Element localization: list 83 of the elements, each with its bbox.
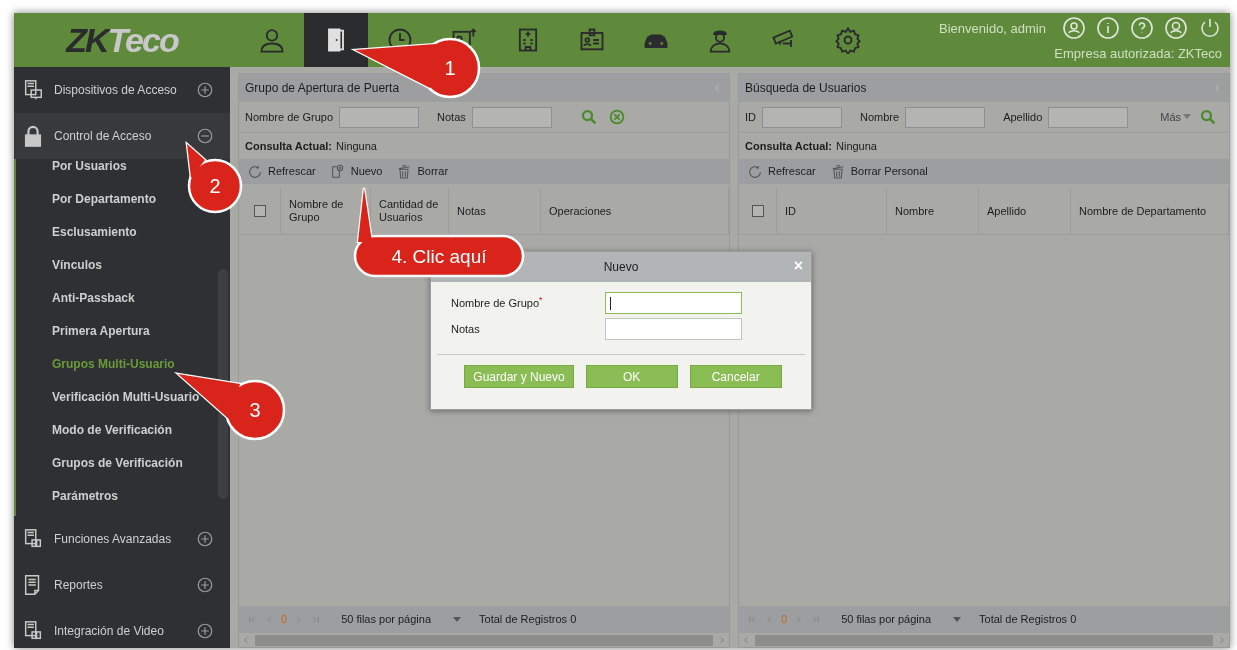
page-number: 0 bbox=[281, 612, 288, 628]
filter-label: Nombre bbox=[860, 109, 900, 125]
toolbar-button[interactable]: Nuevo bbox=[329, 163, 383, 180]
submenu-item[interactable]: Vínculos bbox=[16, 248, 230, 281]
text-field[interactable] bbox=[605, 318, 742, 340]
column-header[interactable]: ID bbox=[777, 188, 887, 234]
settings-icon bbox=[834, 26, 862, 54]
column-header[interactable]: Nombre bbox=[887, 188, 979, 234]
toolbar-button[interactable]: Refrescar bbox=[747, 163, 816, 180]
device-icon bbox=[22, 620, 44, 642]
page-size-dropdown[interactable]: 50 filas por página bbox=[341, 611, 462, 628]
expand-icon[interactable] bbox=[196, 530, 214, 548]
caret-icon bbox=[1183, 114, 1191, 120]
panel-title: Búsqueda de Usuarios bbox=[745, 80, 867, 97]
lock-icon bbox=[22, 125, 44, 147]
column-header[interactable]: Apellido bbox=[979, 188, 1071, 234]
support-icon[interactable] bbox=[1164, 16, 1188, 41]
select-all-checkbox[interactable] bbox=[253, 205, 266, 217]
add-document-icon bbox=[329, 163, 346, 180]
help-icon[interactable] bbox=[1130, 16, 1154, 41]
horizontal-scrollbar[interactable] bbox=[255, 634, 713, 646]
caret-icon bbox=[953, 617, 962, 622]
sidebar-section[interactable]: Dispositivos de Acceso bbox=[14, 67, 230, 113]
column-header[interactable]: Nombre de Departamento bbox=[1071, 188, 1229, 234]
filter-field[interactable] bbox=[339, 106, 420, 128]
more-dropdown[interactable]: Más bbox=[1160, 108, 1191, 126]
search-icon[interactable] bbox=[579, 108, 598, 126]
panel-title: Grupo de Apertura de Puerta bbox=[245, 80, 400, 97]
column-header[interactable]: Operaciones bbox=[541, 188, 729, 234]
toolbar-button[interactable]: Borrar bbox=[396, 163, 449, 180]
refresh-icon bbox=[247, 163, 263, 180]
device-icon bbox=[22, 528, 44, 550]
toolbar-button[interactable]: Borrar Personal bbox=[829, 163, 928, 180]
query-value: Ninguna bbox=[336, 138, 377, 154]
expand-icon[interactable] bbox=[196, 81, 214, 99]
greeting: Bienvenido, admin bbox=[939, 19, 1046, 38]
total-records: Total de Registros 0 bbox=[479, 612, 577, 628]
query-label: Consulta Actual: bbox=[245, 138, 332, 154]
company-name: Empresa autorizada: ZKTeco bbox=[1054, 45, 1222, 64]
filter-label: Apellido bbox=[1003, 109, 1043, 125]
submenu-item[interactable]: Primera Apertura bbox=[16, 314, 230, 347]
logo: ZKTeco bbox=[64, 19, 180, 61]
clear-icon[interactable] bbox=[607, 108, 626, 126]
select-all-checkbox[interactable] bbox=[751, 205, 764, 217]
sidebar-section[interactable]: Reportes bbox=[14, 562, 230, 608]
caret-icon bbox=[453, 617, 462, 622]
refresh-icon bbox=[747, 163, 763, 180]
sidebar-section[interactable]: Funciones Avanzadas bbox=[14, 516, 230, 562]
filter-label: Notas bbox=[437, 109, 466, 125]
field-label: Notas bbox=[451, 321, 481, 337]
filter-label: Nombre de Grupo bbox=[245, 109, 334, 125]
filter-field[interactable] bbox=[762, 106, 842, 128]
collapse-icon[interactable] bbox=[196, 127, 214, 145]
horizontal-scrollbar[interactable] bbox=[755, 634, 1213, 646]
total-records: Total de Registros 0 bbox=[979, 612, 1077, 628]
device-icon bbox=[22, 79, 44, 101]
expand-icon[interactable] bbox=[196, 622, 214, 640]
expand-icon[interactable] bbox=[196, 576, 214, 594]
query-value: Ninguna bbox=[836, 138, 877, 154]
user-icon[interactable] bbox=[1062, 16, 1086, 41]
text-field[interactable] bbox=[605, 292, 742, 314]
filter-label: ID bbox=[745, 109, 756, 125]
dialog-title: Nuevo bbox=[603, 259, 639, 276]
field-label: Nombre de Grupo$^{*}$ bbox=[451, 294, 544, 311]
submenu-item[interactable]: Grupos de Verificación bbox=[16, 446, 230, 479]
page-number: 0 bbox=[781, 612, 788, 628]
submenu-item[interactable]: Esclusamiento bbox=[16, 215, 230, 248]
submenu-item[interactable]: Parámetros bbox=[16, 479, 230, 512]
column-header[interactable]: Notas bbox=[449, 188, 541, 234]
filter-field[interactable] bbox=[905, 106, 986, 128]
submenu-item[interactable]: Grupos Multi-Usuario bbox=[16, 347, 230, 380]
sidebar-section[interactable]: Control de Acceso bbox=[14, 113, 230, 159]
sidebar-section[interactable]: Integración de Video bbox=[14, 608, 230, 648]
filter-field[interactable] bbox=[1048, 106, 1129, 128]
page-size-dropdown[interactable]: 50 filas por página bbox=[841, 611, 962, 628]
toolbar-button[interactable]: Refrescar bbox=[247, 163, 316, 180]
query-label: Consulta Actual: bbox=[745, 138, 832, 154]
info-icon[interactable] bbox=[1096, 16, 1120, 41]
nav-tab[interactable] bbox=[304, 13, 368, 67]
person-icon bbox=[258, 26, 286, 54]
search-icon[interactable] bbox=[1199, 108, 1217, 126]
filter-field[interactable] bbox=[471, 106, 552, 128]
submenu-item[interactable]: Anti-Passback bbox=[16, 281, 230, 314]
